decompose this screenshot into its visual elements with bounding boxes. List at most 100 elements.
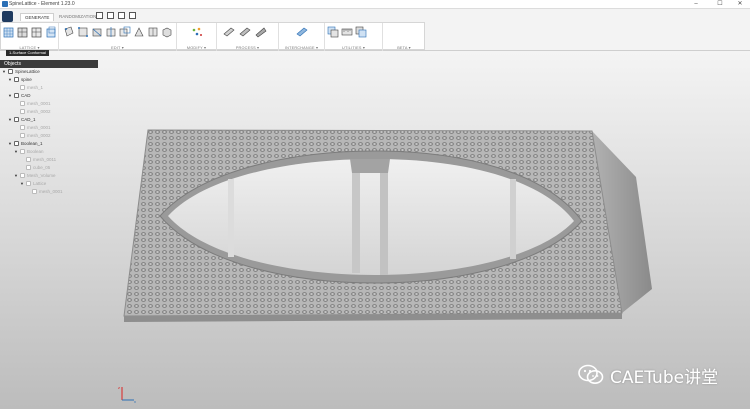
process-solid-tool[interactable] (255, 26, 267, 38)
import-icon[interactable] (118, 12, 125, 19)
object-icon (20, 125, 25, 130)
edit-beams-tool[interactable] (91, 26, 103, 38)
lattice-volume-tool[interactable] (45, 26, 57, 38)
tree-row[interactable]: cube_05 (0, 164, 98, 172)
tree-row[interactable]: mesh_0001 (0, 100, 98, 108)
object-icon (20, 109, 25, 114)
tree-row[interactable]: ▼ CAD (0, 92, 98, 100)
utilities-merge-tool[interactable] (355, 26, 367, 38)
expand-toggle-icon[interactable]: ▼ (2, 68, 6, 76)
object-icon (32, 189, 37, 194)
object-icon (8, 69, 13, 74)
edit-trim-tool[interactable] (105, 26, 117, 38)
save-icon[interactable] (129, 12, 136, 19)
object-icon (14, 141, 19, 146)
tree-row-label: cube_05 (33, 165, 51, 170)
group-process: PROCESS ▾ (217, 23, 279, 51)
expand-toggle-icon[interactable]: ▼ (8, 116, 12, 124)
edit-nodes-tool[interactable] (77, 26, 89, 38)
window-title-bar: SpineLattice - Element 1.23.0 – ☐ ✕ (0, 0, 750, 9)
group-label-beta[interactable]: BETA ▾ (383, 45, 425, 50)
object-icon (20, 85, 25, 90)
utilities-measure-tool[interactable] (341, 26, 353, 38)
app-icon (2, 1, 8, 7)
window-title: SpineLattice - Element 1.23.0 (9, 1, 75, 7)
tree-row-label: Boolean (27, 149, 44, 154)
tree-row-label: mesh_0001 (39, 189, 63, 194)
tree-row-label: spine (21, 77, 32, 82)
3d-viewport[interactable] (0, 51, 750, 409)
lattice-conformal-tool[interactable] (17, 26, 29, 38)
watermark-text: CAETube讲堂 (610, 367, 719, 388)
tree-row[interactable]: ▼ SpineLattice (0, 68, 98, 76)
group-label-interchange[interactable]: INTERCHANGE ▾ (279, 45, 324, 50)
edit-cube-tool[interactable] (161, 26, 173, 38)
group-label-edit[interactable]: EDIT ▾ (59, 45, 176, 50)
edit-mirror-tool[interactable] (147, 26, 159, 38)
maximize-button[interactable]: ☐ (710, 0, 730, 9)
edit-grid-tool[interactable] (63, 26, 75, 38)
tree-row-label: Boolean_1 (21, 141, 43, 146)
tree-row[interactable]: mesh_1 (0, 84, 98, 92)
group-interchange: INTERCHANGE ▾ (279, 23, 325, 51)
tree-row[interactable]: ▼ CAD_1 (0, 116, 98, 124)
lattice-cube-tool[interactable] (3, 26, 15, 38)
edit-offset-tool[interactable] (119, 26, 131, 38)
utilities-boolean-tool[interactable] (327, 26, 339, 38)
tab-randomization[interactable]: RANDOMIZATION (55, 13, 100, 21)
group-lattice: LATTICE ▾ (1, 23, 59, 51)
open-file-icon[interactable] (107, 12, 114, 19)
object-icon (20, 101, 25, 106)
tree-row[interactable]: mesh_0001 (0, 124, 98, 132)
minimize-button[interactable]: – (686, 0, 706, 9)
expand-toggle-icon[interactable]: ▼ (14, 148, 18, 156)
tree-row-label: Mesh_Volume (27, 173, 56, 178)
objects-panel-header: Objects (0, 60, 98, 68)
tree-row-label: SpineLattice (15, 69, 40, 74)
group-beta: BETA ▾ (383, 23, 425, 51)
tree-row[interactable]: ▼ Mesh_Volume (0, 172, 98, 180)
tree-row[interactable]: mesh_0011 (0, 156, 98, 164)
axis-x-label: x (134, 399, 136, 404)
object-icon (26, 165, 31, 170)
interchange-export-tool[interactable] (296, 26, 308, 38)
ribbon: GENERATE RANDOMIZATION LATTICE ▾ EDIT ▾ (0, 9, 750, 51)
tree-row[interactable]: mesh_0002 (0, 108, 98, 116)
tab-generate[interactable]: GENERATE (20, 13, 55, 21)
group-label-utilities[interactable]: UTILITIES ▾ (325, 45, 382, 50)
expand-toggle-icon[interactable]: ▼ (14, 172, 18, 180)
close-button[interactable]: ✕ (730, 0, 750, 9)
tree-row-label: mesh_0002 (27, 133, 51, 138)
expand-toggle-icon[interactable]: ▼ (20, 180, 24, 188)
process-thicken-tool[interactable] (223, 26, 235, 38)
modify-randomize-tool[interactable] (191, 26, 203, 38)
new-file-icon[interactable] (96, 12, 103, 19)
expand-toggle-icon[interactable]: ▼ (8, 92, 12, 100)
tree-row-label: CAD (21, 93, 31, 98)
group-label-process[interactable]: PROCESS ▾ (217, 45, 278, 50)
lattice-surface-tool[interactable] (31, 26, 43, 38)
expand-toggle-icon[interactable]: ▼ (8, 76, 12, 84)
object-icon (26, 157, 31, 162)
object-icon (14, 77, 19, 82)
tree-row[interactable]: ▼ spine (0, 76, 98, 84)
tree-row[interactable]: ▼ Boolean (0, 148, 98, 156)
edit-transform-tool[interactable] (133, 26, 145, 38)
wechat-logo-icon (578, 364, 604, 386)
tree-row-label: mesh_0011 (33, 157, 57, 162)
tree-row[interactable]: ▼ Lattice (0, 180, 98, 188)
group-modify: MODIFY ▾ (177, 23, 217, 51)
app-menu-button[interactable] (2, 11, 13, 22)
tree-row[interactable]: mesh_0002 (0, 132, 98, 140)
object-icon (14, 117, 19, 122)
group-edit: EDIT ▾ (59, 23, 177, 51)
expand-toggle-icon[interactable]: ▼ (8, 140, 12, 148)
object-icon (20, 149, 25, 154)
ribbon-toolbar: LATTICE ▾ EDIT ▾ MODIFY ▾ PROCESS ▾ INTE… (0, 22, 425, 51)
tree-row-label: mesh_0002 (27, 109, 51, 114)
tree-row[interactable]: mesh_0001 (0, 188, 98, 196)
group-label-modify[interactable]: MODIFY ▾ (177, 45, 216, 50)
tree-row-label: mesh_0001 (27, 101, 51, 106)
tree-row[interactable]: ▼ Boolean_1 (0, 140, 98, 148)
process-smooth-tool[interactable] (239, 26, 251, 38)
